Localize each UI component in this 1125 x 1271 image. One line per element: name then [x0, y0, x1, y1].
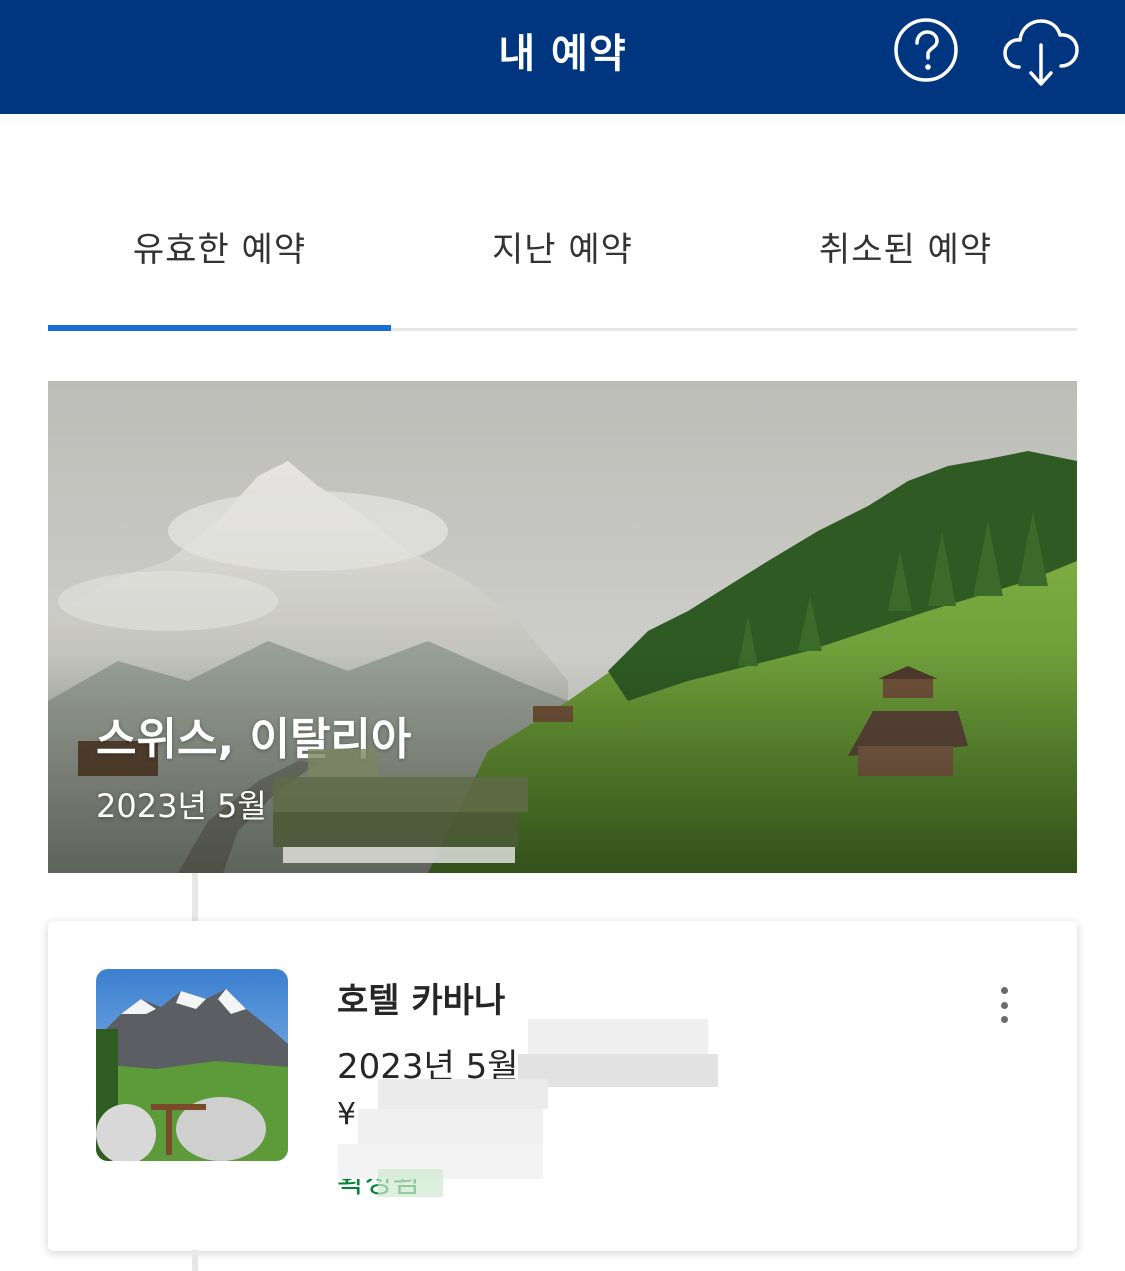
tab-past-bookings[interactable]: 지난 예약 — [391, 190, 734, 302]
booking-card[interactable]: 호텔 카바나 2023년 5월 ¥ 확정됨 — [48, 921, 1077, 1251]
my-bookings-screen: 내 예약 유효한 예약 지난 예약 취소된 예약 스위스, 이탈리아 2023년… — [0, 0, 1125, 1271]
more-vertical-icon[interactable] — [984, 981, 1024, 1029]
tab-active-bookings[interactable]: 유효한 예약 — [48, 190, 391, 302]
help-button[interactable] — [890, 14, 962, 86]
hotel-name: 호텔 카바나 — [337, 981, 506, 1021]
redaction-blur — [338, 1019, 718, 1199]
tab-cancelled-bookings[interactable]: 취소된 예약 — [734, 190, 1077, 302]
download-button[interactable] — [998, 8, 1084, 94]
timeline-connector — [192, 873, 198, 921]
trip-card[interactable]: 스위스, 이탈리아 2023년 5월 — [48, 381, 1077, 873]
redaction-blur — [273, 749, 528, 865]
top-bar: 내 예약 — [0, 0, 1125, 114]
trip-dates: 2023년 5월 — [96, 787, 267, 825]
timeline-connector — [192, 1250, 198, 1271]
hotel-thumbnail — [96, 969, 288, 1161]
question-circle-icon — [894, 18, 958, 82]
active-tab-indicator — [48, 325, 391, 331]
booking-tabs: 유효한 예약 지난 예약 취소된 예약 — [48, 190, 1077, 331]
cloud-download-icon — [1003, 19, 1079, 86]
